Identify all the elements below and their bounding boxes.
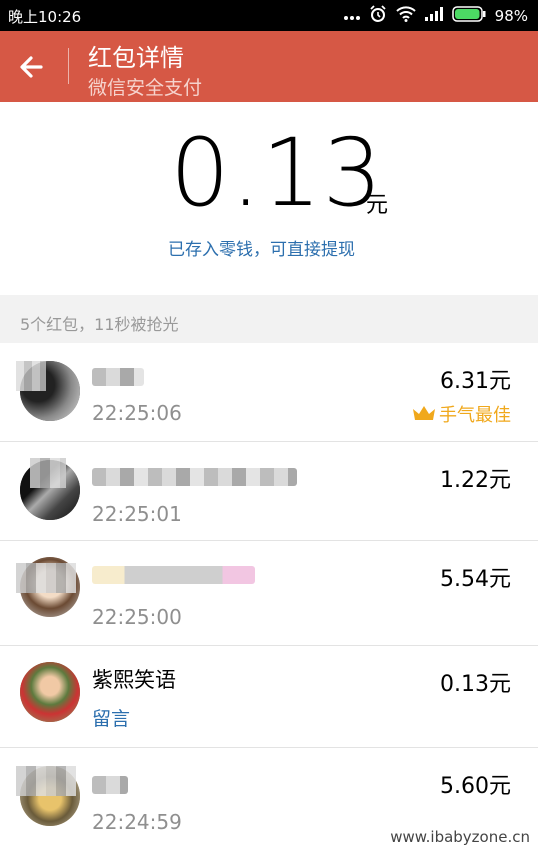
summary-bar: 5个红包，11秒被抢光 bbox=[0, 295, 538, 343]
record-amount: 6.31元 bbox=[440, 369, 511, 394]
header-divider bbox=[68, 48, 69, 84]
crown-icon bbox=[413, 406, 435, 420]
avatar-mosaic bbox=[16, 563, 76, 593]
wallet-link[interactable]: 已存入零钱，可直接提现 bbox=[168, 235, 355, 260]
page-subtitle: 微信安全支付 bbox=[88, 77, 203, 99]
wifi-icon bbox=[395, 6, 416, 26]
record-time: 22:25:00 bbox=[92, 605, 182, 629]
watermark: www.ibabyzone.cn bbox=[390, 828, 530, 846]
best-luck-tag: 手气最佳 bbox=[413, 401, 511, 427]
page-title: 红包详情 bbox=[88, 44, 184, 72]
signal-icon bbox=[424, 7, 443, 25]
battery-icon bbox=[451, 6, 486, 26]
battery-percent: 98% bbox=[494, 7, 528, 25]
alarm-icon bbox=[369, 5, 387, 27]
back-arrow-icon bbox=[20, 56, 43, 78]
record-time: 22:24:59 bbox=[92, 810, 182, 834]
status-bar: 晚上10:26 98% bbox=[0, 0, 538, 31]
status-time: 晚上10:26 bbox=[8, 8, 82, 26]
avatar bbox=[20, 662, 80, 722]
name-mosaic bbox=[92, 776, 128, 794]
title-bar: 红包详情 微信安全支付 bbox=[0, 31, 538, 102]
name-mosaic bbox=[92, 468, 297, 486]
record-time: 22:25:01 bbox=[92, 502, 182, 526]
record-amount: 5.54元 bbox=[440, 567, 511, 592]
leave-message-link[interactable]: 留言 bbox=[92, 704, 130, 731]
avatar-mosaic bbox=[16, 361, 46, 391]
record-time: 22:25:06 bbox=[92, 401, 182, 425]
name-mosaic bbox=[92, 566, 255, 584]
record-amount: 5.60元 bbox=[440, 774, 511, 799]
back-button[interactable] bbox=[14, 50, 48, 84]
dots-icon bbox=[343, 7, 360, 25]
record-row[interactable]: 22:25:06 6.31元 手气最佳 bbox=[0, 343, 538, 442]
received-amount-panel: 0.13 元 已存入零钱，可直接提现 bbox=[0, 102, 538, 295]
summary-text: 5个红包，11秒被抢光 bbox=[20, 315, 179, 334]
avatar-mosaic bbox=[16, 766, 76, 796]
best-luck-label: 手气最佳 bbox=[439, 405, 511, 426]
record-row[interactable]: 紫熙笑语 留言 0.13元 bbox=[0, 646, 538, 748]
amount-unit: 元 bbox=[366, 193, 389, 218]
avatar-mosaic bbox=[30, 458, 66, 488]
record-row[interactable]: 22:25:00 5.54元 bbox=[0, 541, 538, 646]
record-amount: 1.22元 bbox=[440, 468, 511, 493]
record-row[interactable]: 22:25:01 1.22元 bbox=[0, 442, 538, 541]
record-amount: 0.13元 bbox=[440, 672, 511, 697]
status-icons: 98% bbox=[343, 5, 528, 27]
received-amount: 0.13 bbox=[170, 119, 384, 228]
name-mosaic bbox=[92, 368, 144, 386]
sender-name: 紫熙笑语 bbox=[92, 668, 176, 692]
